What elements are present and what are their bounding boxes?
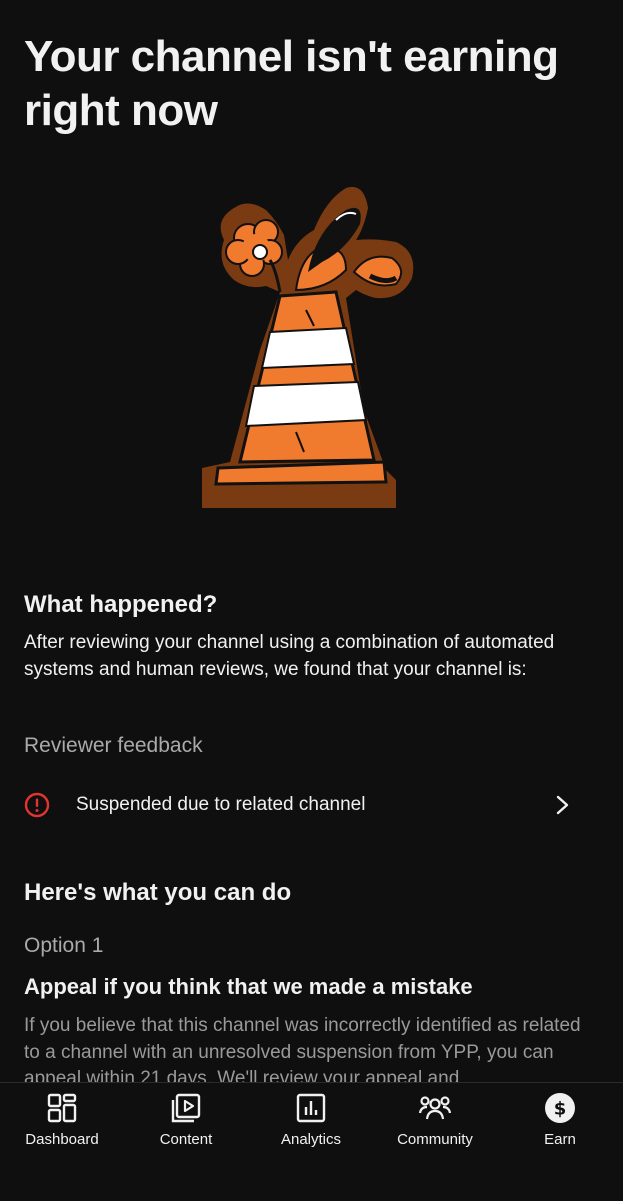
analytics-icon: [296, 1093, 326, 1123]
nav-item-earn[interactable]: $ Earn: [500, 1091, 620, 1153]
svg-text:$: $: [554, 1099, 567, 1120]
nav-label-content: Content: [159, 1131, 213, 1148]
feedback-item-row[interactable]: Suspended due to related channel: [0, 780, 623, 830]
page-title: Your channel isn't earning right now: [24, 32, 559, 135]
reviewer-feedback-label: Reviewer feedback: [24, 734, 203, 757]
community-icon: [418, 1096, 452, 1120]
main-content: Your channel isn't earning right now Wha…: [0, 0, 623, 1082]
nav-item-community[interactable]: Community: [375, 1091, 495, 1153]
what-happened-body: After reviewing your channel using a com…: [24, 632, 555, 680]
bottom-navigation: Dashboard Content Analytics Community $ …: [0, 1082, 623, 1201]
earn-icon: $: [545, 1093, 575, 1123]
content-icon: [171, 1093, 201, 1123]
nav-item-content[interactable]: Content: [126, 1091, 246, 1153]
option-title: Appeal if you think that we made a mista…: [24, 974, 473, 999]
option-label: Option 1: [24, 934, 104, 957]
nav-label-earn: Earn: [544, 1131, 576, 1148]
nav-label-analytics: Analytics: [280, 1131, 342, 1148]
what-happened-heading: What happened?: [24, 591, 218, 618]
nav-label-community: Community: [397, 1131, 473, 1148]
chevron-right-icon: [556, 795, 569, 815]
nav-item-analytics[interactable]: Analytics: [251, 1091, 371, 1153]
option-body: If you believe that this channel was inc…: [24, 1015, 581, 1082]
alert-circle-icon: [24, 792, 50, 818]
traffic-cone-illustration: [202, 186, 414, 508]
what-you-can-do-heading: Here's what you can do: [24, 879, 292, 906]
dashboard-icon: [47, 1093, 77, 1123]
nav-label-dashboard: Dashboard: [25, 1131, 99, 1148]
nav-item-dashboard[interactable]: Dashboard: [2, 1091, 122, 1153]
feedback-item-label: Suspended due to related channel: [76, 794, 366, 815]
